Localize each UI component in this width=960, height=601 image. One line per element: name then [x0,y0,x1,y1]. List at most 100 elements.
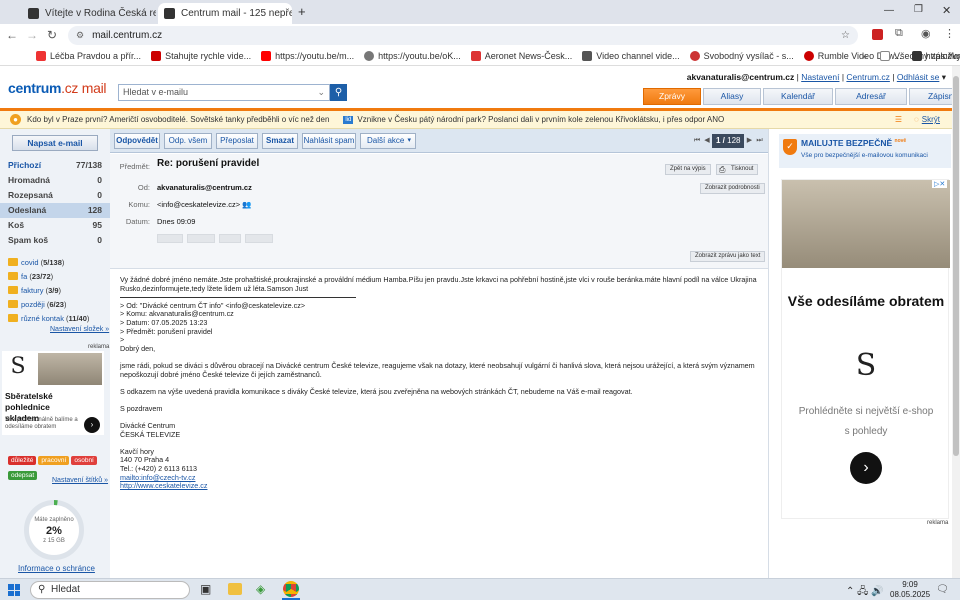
tag-odepsat[interactable]: odepsat [8,471,38,480]
tag-osobni[interactable]: osobní [71,456,97,465]
back-to-list-button[interactable]: Zpět na výpis [665,164,711,175]
ad-arrow-button[interactable]: › [84,417,100,433]
back-icon[interactable]: ← [2,28,22,42]
last-page-icon[interactable]: ⏭ [754,134,764,148]
first-page-icon[interactable]: ⏮ [692,134,702,148]
logout-link[interactable]: Odhlásit se [897,72,940,82]
tray-icons[interactable]: ⌃ 🖧 🔊 [846,584,884,601]
tag-pracovni[interactable]: pracovní [38,456,70,465]
chrome-icon[interactable] [283,581,299,597]
bookmark-star-icon[interactable]: ☆ [841,30,850,41]
message-from[interactable]: akvanaturalis@centrum.cz [157,183,252,192]
forward-button[interactable]: Přeposlat [216,133,258,149]
page-scrollbar[interactable] [952,66,960,578]
tag-settings-link[interactable]: Nastavení štítků » [52,477,108,484]
scroll-thumb[interactable] [953,76,959,456]
extensions-puzzle-icon[interactable]: ⧉ [895,27,903,40]
website-link[interactable]: http://www.ceskatelevize.cz [120,481,207,490]
delete-button[interactable]: Smazat [262,133,298,149]
news-bar: ● Kdo byl v Praze první? Američtí osvobo… [0,111,952,129]
bookmark-item[interactable]: Stahujte rychle vide... [151,50,251,61]
user-folder[interactable]: různé kontak (11/40) [8,312,108,324]
user-folder[interactable]: faktury (3/9) [8,284,108,296]
folder-drafts[interactable]: Rozepsaná 0 [0,188,110,203]
folder-spam[interactable]: Spam koš 0 [0,233,110,248]
mail-search-input[interactable]: Hledat v e-mailu ⌄ [118,84,330,101]
add-contact-icon[interactable]: 👥 [242,200,251,209]
tab-zapisnik[interactable]: Zápisník [909,88,952,105]
bookmark-item[interactable]: https://youtu.be/oK... [364,50,461,61]
show-details-button[interactable]: Zobrazit podrobnosti [700,183,765,194]
show-as-text-button[interactable]: Zobrazit zprávu jako text [690,251,766,262]
chevron-down-icon[interactable]: ⌄ [317,87,325,98]
hide-link[interactable]: Skrýt [922,115,940,124]
settings-link[interactable]: Nastavení [801,72,839,82]
user-folder[interactable]: fa (23/72) [8,270,108,282]
reply-all-button[interactable]: Odp. všem [164,133,212,149]
menu-dots-icon[interactable]: ⋮ [944,27,955,40]
user-folder[interactable]: později (6/23) [8,298,108,310]
browser-tab[interactable]: Vítejte v Rodina Česká republik ✕ [22,3,156,24]
postcard-ad[interactable]: S Sběratelské pohlednice skladem Vše pro… [2,351,104,435]
clock[interactable]: 9:09 08.05.2025 [890,580,930,600]
notifications-icon[interactable]: 🗨 [936,584,949,595]
message-to[interactable]: <info@ceskatelevize.cz> 👥 [157,200,252,209]
tab-adresar[interactable]: Adresář [835,88,907,105]
news-headline[interactable]: Kdo byl v Praze první? Američtí osvobodi… [27,115,329,124]
next-page-icon[interactable]: ▶ [744,134,754,148]
tag-dulezite[interactable]: důležité [8,456,37,465]
folder-settings-link[interactable]: Nastavení složek » [50,326,109,333]
prev-page-icon[interactable]: ◀ [702,134,712,148]
more-actions-button[interactable]: Další akce ▾ [360,133,416,149]
news-headline-2[interactable]: Vznikne v Česku pátý národní park? Posla… [357,115,724,124]
safe-mail-banner[interactable]: ✓ MAILUJTE BEZPEČNĚ nově Vše pro bezpečn… [779,134,951,168]
bookmark-favicon-icon [803,50,814,61]
taskbar-search[interactable]: ⚲ Hledat [30,581,190,599]
print-button[interactable]: ⎙ Tisknout [716,164,759,175]
bookmark-item[interactable]: https://youtu.be/m... [261,50,354,61]
bookmark-item[interactable]: Aeronet News-Česk... [470,50,572,61]
bookmark-item[interactable]: Svobodný vysílač - s... [689,50,794,61]
extension-icon[interactable] [872,29,883,40]
bookmark-item[interactable]: Video channel vide... [582,50,680,61]
report-spam-button[interactable]: Nahlásit spam [302,133,356,149]
user-folder[interactable]: covid (5/138) [8,256,108,268]
all-bookmarks[interactable]: Všechny záložky [880,51,960,61]
url-field[interactable]: ⚙ mail.centrum.cz ☆ [68,26,858,45]
file-explorer-icon[interactable] [228,583,242,595]
ad-arrow-button[interactable]: › [850,452,882,484]
folder-trash[interactable]: Koš 95 [0,218,110,233]
site-info-icon[interactable]: ⚙ [76,30,84,41]
window-close-icon[interactable]: ✕ [942,4,951,17]
forward-icon[interactable]: → [22,28,42,42]
reload-icon[interactable]: ↻ [42,28,62,42]
tab-zpravy[interactable]: Zprávy [643,88,701,105]
body-line: Dobrý den, [120,343,156,353]
mailbox-info-link[interactable]: Informace o schránce [18,564,95,573]
bookmark-item[interactable]: Léčba Pravdou a přír... [36,50,141,61]
new-tab-button[interactable]: + [298,4,306,19]
ad-text: Vše profesionálně balíme a odesíláme obr… [5,417,78,430]
filter-icon[interactable]: ☰ [895,115,902,124]
search-button[interactable]: ⚲ [330,84,347,101]
tab-aliasy[interactable]: Aliasy [703,88,761,105]
window-restore-icon[interactable]: ❐ [914,4,923,15]
profile-icon[interactable]: ◉ [921,27,931,40]
right-ad[interactable]: ▷✕ Vše odesíláme obratem S Prohlédněte s… [781,179,950,519]
more-bookmarks-icon[interactable]: » [862,51,867,61]
chevron-down-icon[interactable]: ▾ [942,72,946,82]
centrum-mail-logo[interactable]: centrum.cz mail [8,80,107,96]
tab-kalendar[interactable]: Kalendář (beta) [763,88,833,116]
task-view-icon[interactable]: ▣ [200,582,211,596]
app-icon[interactable]: ◈ [256,582,265,596]
compose-button[interactable]: Napsat e-mail [12,135,98,151]
window-minimize-icon[interactable]: — [884,5,894,16]
folder-bulk[interactable]: Hromadná 0 [0,173,110,188]
centrum-link[interactable]: Centrum.cz [846,72,889,82]
reply-button[interactable]: Odpovědět [114,133,160,149]
windows-start-icon[interactable] [8,584,20,596]
ad-choices-icon[interactable]: ▷✕ [932,180,948,188]
folder-inbox[interactable]: Přichozí 77/138 [0,158,110,173]
browser-tab-active[interactable]: Centrum mail - 125 nepřečteny ✕ [158,3,292,24]
folder-sent[interactable]: Odeslaná 128 [0,203,110,218]
